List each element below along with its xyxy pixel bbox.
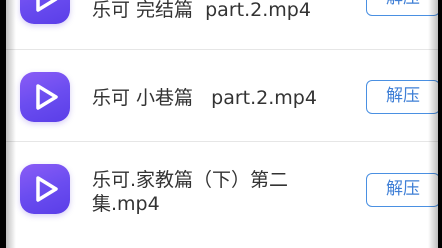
file-name: 乐可 小巷篇 part.2.mp4 <box>92 87 317 109</box>
file-name: 乐可 完结篇 part.2.mp4 <box>92 0 311 21</box>
file-list-item[interactable]: 乐可 小巷篇 part.2.mp4 解压 <box>6 50 438 142</box>
screen-edge-shadow <box>428 0 438 248</box>
play-icon <box>36 0 58 12</box>
video-file-icon <box>20 0 70 24</box>
play-icon <box>36 176 58 202</box>
file-list-item[interactable]: 乐可 完结篇 part.2.mp4 解压 <box>6 0 438 50</box>
screen-edge-shadow <box>6 0 16 248</box>
file-list-screen: 乐可 完结篇 part.2.mp4 解压 乐可 小巷篇 part.2.mp4 解… <box>6 0 438 248</box>
video-file-icon <box>20 72 70 122</box>
play-icon <box>36 84 58 110</box>
video-file-icon <box>20 164 70 214</box>
file-list-item[interactable]: 乐可.家教篇（下）第二集.mp4 解压 <box>6 142 438 248</box>
file-name: 乐可.家教篇（下）第二集.mp4 <box>92 169 289 215</box>
